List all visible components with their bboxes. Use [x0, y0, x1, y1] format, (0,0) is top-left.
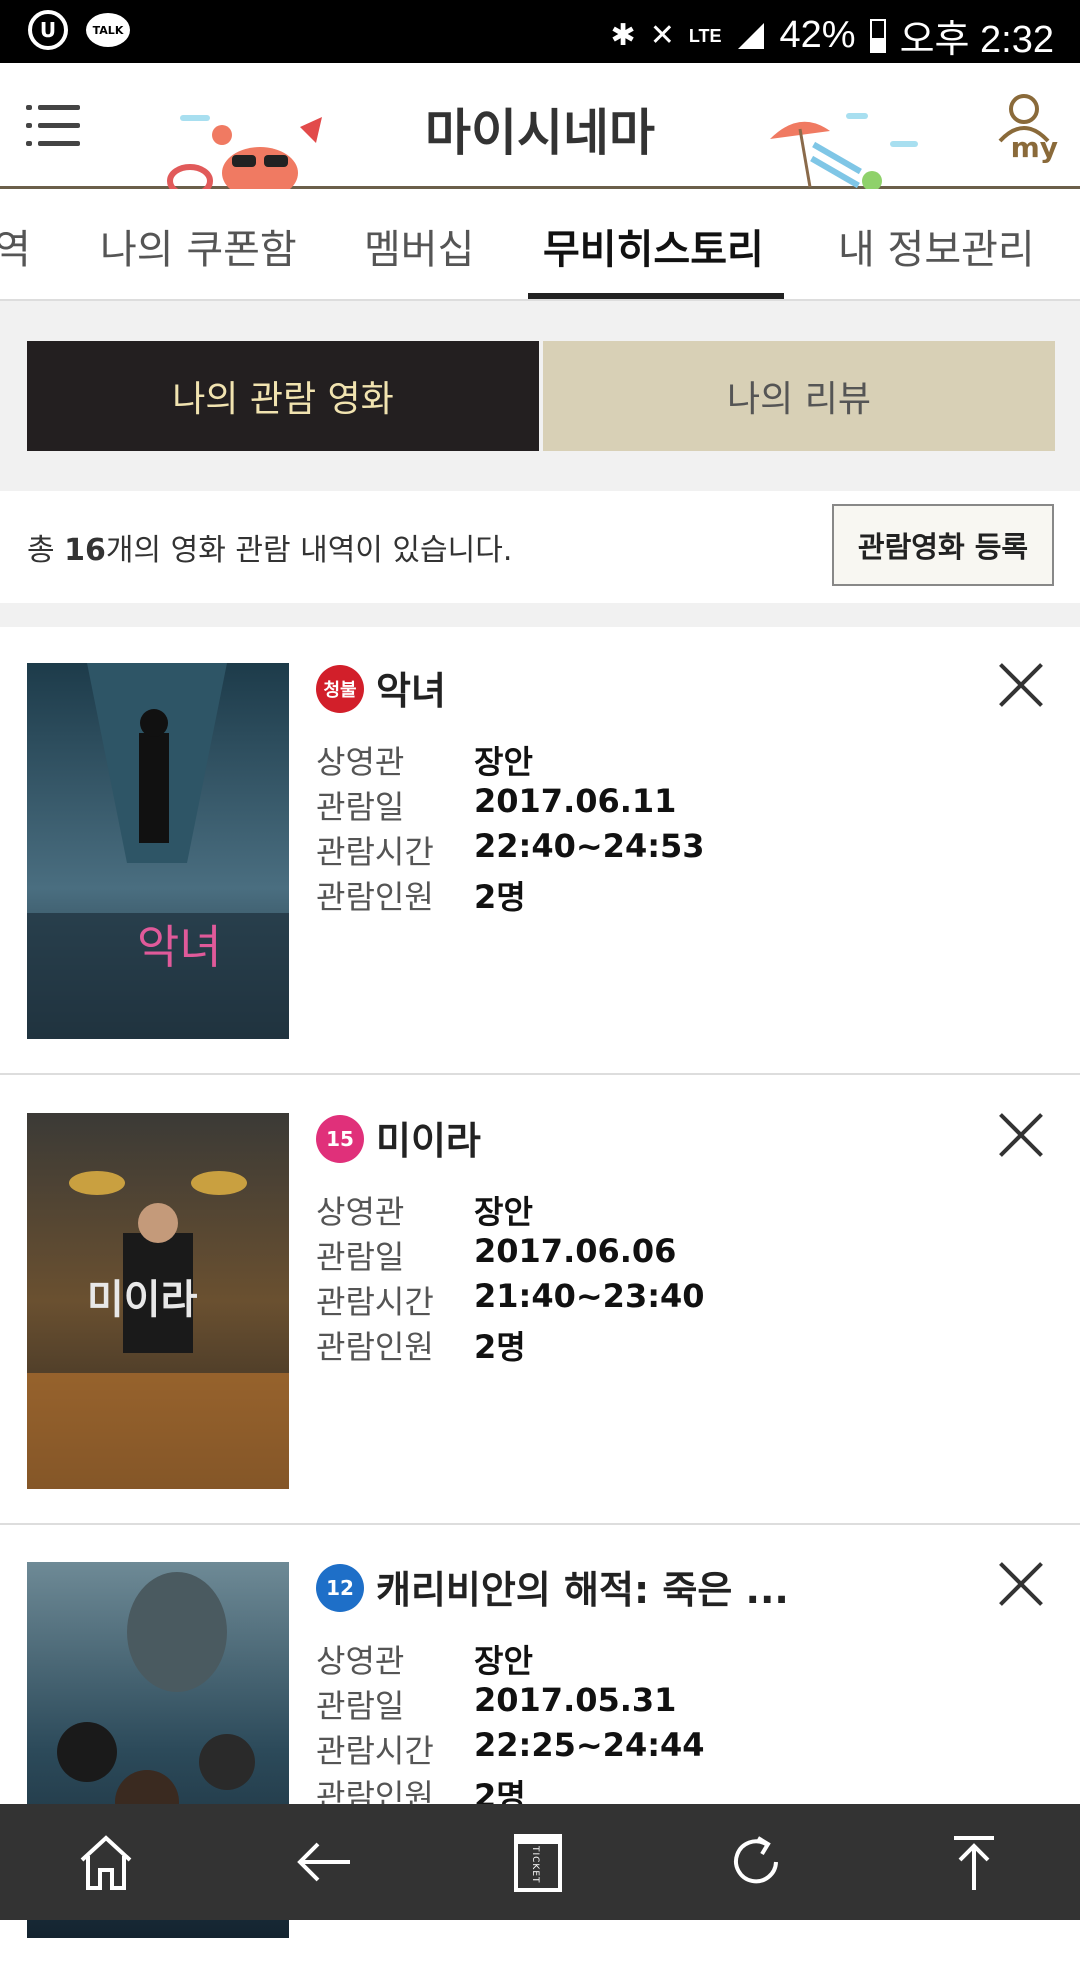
svg-text:악녀: 악녀 — [137, 920, 222, 974]
home-icon[interactable] — [76, 1832, 136, 1892]
app-header: 마이시네마 my — [0, 63, 1080, 191]
bluetooth-icon: ✱ — [610, 19, 636, 52]
clock: 오후 2:32 — [899, 19, 1054, 61]
register-movie-button[interactable]: 관람영화 등록 — [832, 504, 1054, 586]
movie-poster[interactable]: 미이라 — [27, 1113, 289, 1489]
summary-row: 총 16개의 영화 관람 내역이 있습니다. 관람영화 등록 — [0, 491, 1080, 603]
back-arrow-icon[interactable] — [294, 1832, 354, 1892]
svg-text:미이라: 미이라 — [87, 1277, 198, 1323]
status-bar: U TALK ✱ ✕ LTE 42% 오후 2:32 — [0, 0, 1080, 63]
movie-title[interactable]: 미이라 — [376, 1110, 481, 1165]
tab-my-info[interactable]: 내 정보관리 — [838, 217, 1035, 275]
my-account-button[interactable]: my — [996, 93, 1058, 164]
movie-info: 상영관 장안 관람일 2017.05.31 관람시간 22:25~24:44 관람인원… — [316, 1636, 705, 1816]
history-count: 16 — [64, 533, 106, 568]
time-value: 22:40~24:53 — [474, 827, 705, 865]
signal-icon — [737, 22, 764, 49]
movie-info: 상영관 장안 관람일 2017.06.11 관람시간 22:40~24:53 관람인원… — [316, 737, 705, 917]
people-value: 2명 — [474, 1328, 526, 1366]
tab-bar: 역 나의 쿠폰함 멤버십 무비히스토리 내 정보관리 — [0, 189, 1080, 301]
people-value: 2명 — [474, 878, 526, 916]
beach-chair-decoration-icon — [770, 113, 918, 191]
tab-history-partial[interactable]: 역 — [0, 217, 31, 275]
bottom-nav-bar: TICKET — [0, 1804, 1080, 1920]
kakaotalk-icon: TALK — [86, 13, 130, 47]
movie-title[interactable]: 악녀 — [376, 660, 446, 715]
mute-icon: ✕ — [649, 19, 675, 52]
theater-value: 장안 — [474, 743, 533, 781]
movie-item[interactable]: 악녀 청불 악녀 상영관 장안 관람일 2017.06.11 관람시간 22:40~2… — [0, 627, 1080, 1075]
battery-icon — [869, 18, 886, 53]
battery-percent: 42% — [779, 14, 856, 56]
date-value: 2017.06.11 — [474, 782, 677, 820]
theater-value: 장안 — [474, 1193, 533, 1231]
movie-title[interactable]: 캐리비안의 해적: 죽은 ... — [376, 1559, 789, 1614]
time-value: 21:40~23:40 — [474, 1277, 705, 1315]
movie-item[interactable]: 미이라 15 미이라 상영관 장안 관람일 2017.06.06 관람시간 21:40… — [0, 1077, 1080, 1525]
time-value: 22:25~24:44 — [474, 1726, 705, 1764]
delete-movie-button[interactable] — [998, 1113, 1044, 1159]
movie-info: 상영관 장안 관람일 2017.06.06 관람시간 21:40~23:40 관람인원… — [316, 1187, 705, 1367]
my-label: my — [1010, 131, 1058, 164]
movie-poster[interactable]: 악녀 — [27, 663, 289, 1039]
ticket-icon[interactable]: TICKET — [508, 1832, 568, 1892]
refresh-icon[interactable] — [726, 1832, 786, 1892]
segment-control: 나의 관람 영화 나의 리뷰 — [0, 301, 1080, 491]
age-rating-badge: 15 — [316, 1115, 364, 1163]
delete-movie-button[interactable] — [998, 1562, 1044, 1608]
delete-movie-button[interactable] — [998, 663, 1044, 709]
u-plus-icon: U — [28, 10, 68, 50]
segment-my-reviews[interactable]: 나의 리뷰 — [543, 341, 1055, 451]
divider — [0, 603, 1080, 627]
active-tab-indicator — [528, 293, 784, 299]
tab-coupons[interactable]: 나의 쿠폰함 — [100, 217, 297, 275]
tab-membership[interactable]: 멤버십 — [364, 217, 474, 275]
date-value: 2017.05.31 — [474, 1681, 677, 1719]
history-count-text: 총 16개의 영화 관람 내역이 있습니다. — [27, 533, 513, 568]
date-value: 2017.06.06 — [474, 1232, 677, 1270]
lte-indicator: LTE — [688, 25, 722, 46]
tab-movie-history[interactable]: 무비히스토리 — [543, 217, 764, 275]
age-rating-badge: 청불 — [316, 665, 364, 713]
scroll-top-icon[interactable] — [944, 1832, 1004, 1892]
theater-value: 장안 — [474, 1642, 533, 1680]
age-rating-badge: 12 — [316, 1564, 364, 1612]
segment-watched-movies[interactable]: 나의 관람 영화 — [27, 341, 539, 451]
